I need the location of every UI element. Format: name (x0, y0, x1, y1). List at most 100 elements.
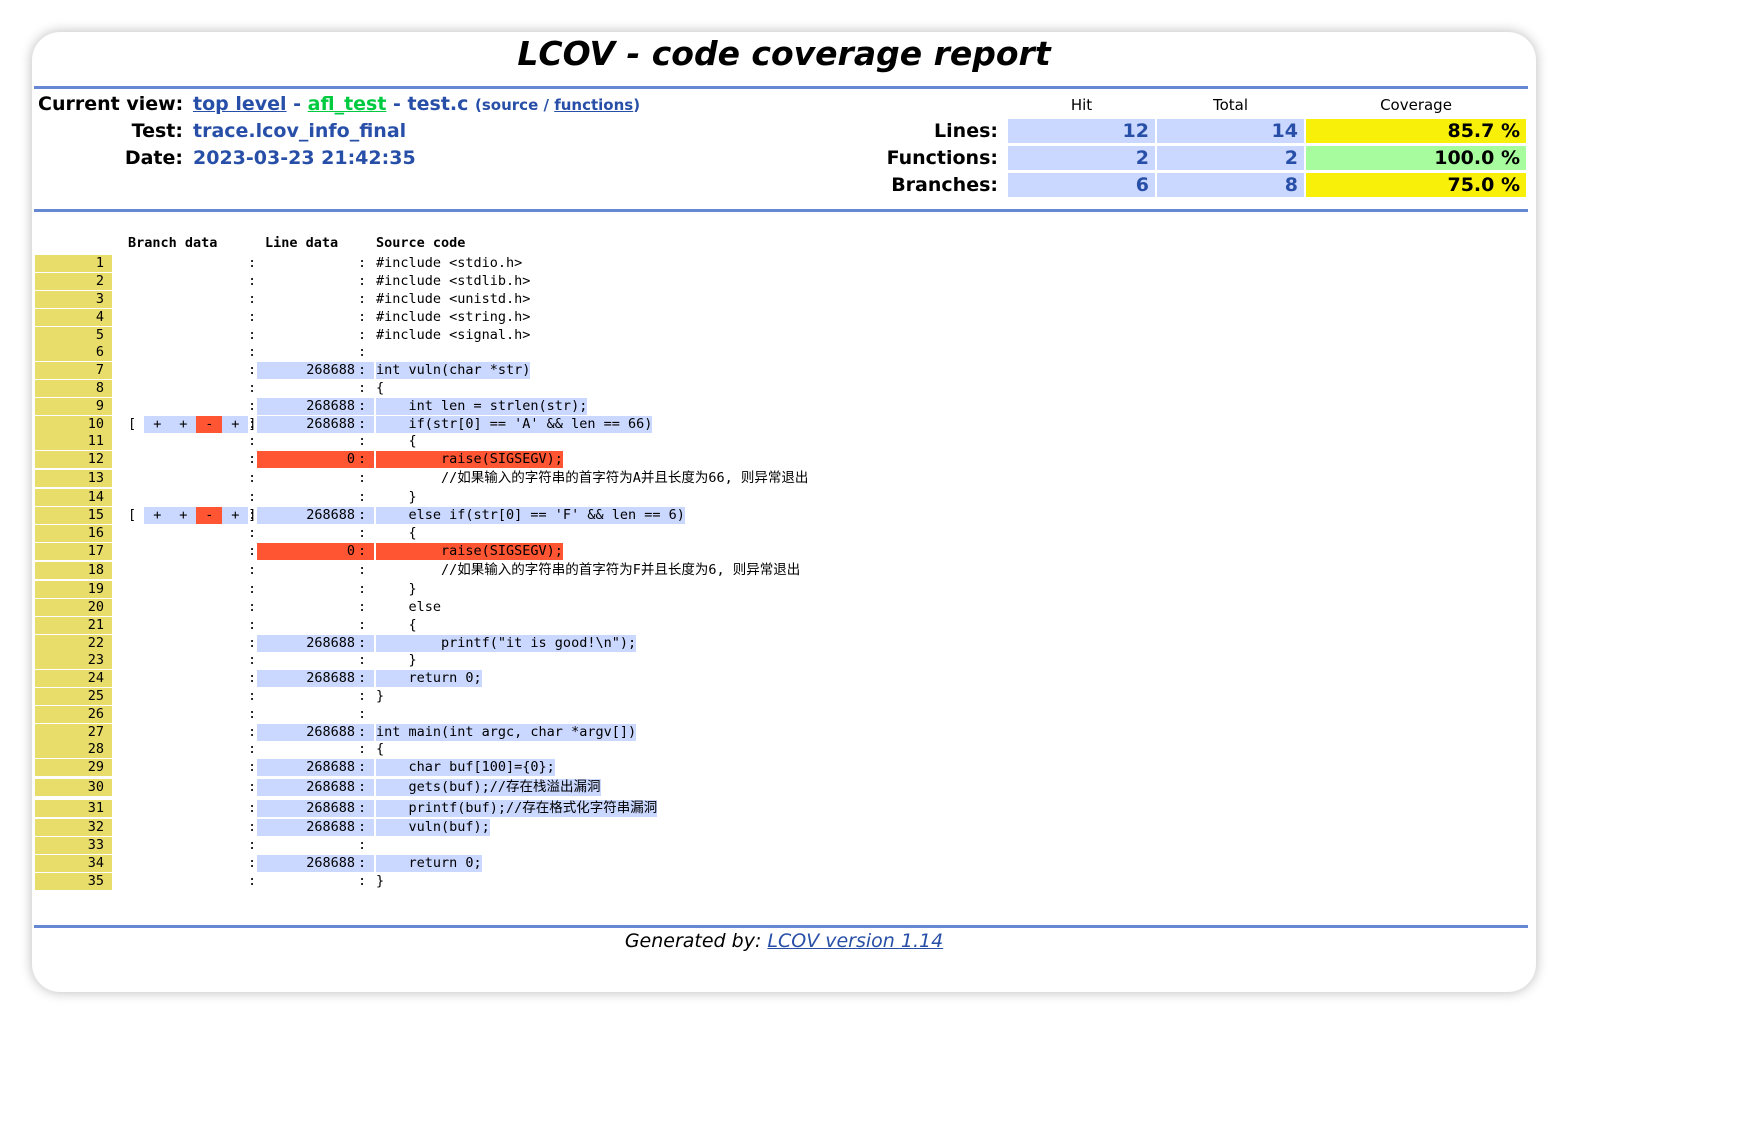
summary-total: 14 (1157, 119, 1304, 143)
source-code: #include <stdlib.h> (376, 273, 531, 289)
source-code: //如果输入的字符串的首字符为A并且长度为66, 则异常退出 (376, 470, 809, 486)
separator: : (248, 380, 257, 396)
line-hit-count: 268688 (257, 507, 367, 524)
lcov-version-link[interactable]: LCOV version 1.14 (767, 930, 943, 952)
separator: : (248, 706, 257, 722)
source-code: printf("it is good!\n"); (376, 635, 637, 652)
line-hit-count: 268688 (257, 416, 367, 433)
branch-taken: + (170, 507, 197, 524)
separator: : (358, 362, 375, 379)
separator: : (358, 398, 375, 415)
breadcrumb-file: - test.c (386, 93, 476, 115)
separator: : (358, 581, 375, 597)
source-line: 9:268688: int len = strlen(str); (32, 398, 1532, 415)
separator: : (248, 327, 257, 343)
separator: : (358, 291, 375, 307)
footer: Generated by: LCOV version 1.14 (32, 930, 1536, 952)
header-bottom-rule (34, 209, 1528, 212)
source-line: 28:: { (32, 741, 1532, 758)
source-line: 2:: #include <stdlib.h> (32, 273, 1532, 290)
line-data-header: Line data (265, 235, 339, 251)
source-code: } (376, 652, 417, 668)
source-line: 20:: else (32, 599, 1532, 616)
breadcrumb-dir-link[interactable]: afl_test (308, 93, 387, 115)
line-number: 16 (35, 525, 112, 542)
line-number: 29 (35, 759, 112, 776)
view-switch: (source / functions) (475, 96, 640, 114)
source-line: 32:268688: vuln(buf); (32, 819, 1532, 836)
separator: : (358, 617, 375, 633)
report-card: LCOV - code coverage report Current view… (32, 32, 1536, 992)
line-number: 27 (35, 724, 112, 741)
breadcrumb: top level - afl_test - test.c (source / … (193, 93, 640, 115)
breadcrumb-top-level-link[interactable]: top level (193, 93, 287, 115)
separator: : (358, 706, 375, 722)
source-line: 34:268688: return 0; (32, 855, 1532, 872)
source-code: printf(buf);//存在格式化字符串漏洞 (376, 800, 658, 817)
date-value: 2023-03-23 21:42:35 (193, 147, 416, 169)
separator: : (358, 507, 375, 524)
branch-taken: + (222, 507, 249, 524)
branch-data: [ + + - +] (128, 507, 256, 524)
summary-hit: 6 (1008, 173, 1155, 197)
line-hit-count: 268688 (257, 779, 367, 796)
line-number: 26 (35, 706, 112, 723)
paren-open: ( (475, 96, 482, 114)
branch-not-taken: - (196, 416, 223, 433)
line-number: 32 (35, 819, 112, 836)
source-code: if(str[0] == 'A' && len == 66) (376, 416, 653, 433)
source-line: 27:268688: int main(int argc, char *argv… (32, 724, 1532, 741)
separator: : (248, 309, 257, 325)
line-number: 24 (35, 670, 112, 687)
separator: : (248, 855, 257, 871)
source-code: else (376, 599, 442, 615)
source-line: 25:: } (32, 688, 1532, 705)
separator: : (358, 309, 375, 325)
line-number: 18 (35, 562, 112, 579)
separator: : (358, 635, 375, 652)
separator: : (248, 581, 257, 597)
separator: : (358, 489, 375, 505)
separator: : (358, 599, 375, 615)
line-number: 3 (35, 291, 112, 308)
separator: : (248, 724, 257, 740)
line-number: 19 (35, 581, 112, 598)
summary-coverage: 75.0 % (1306, 173, 1526, 197)
separator: : (358, 759, 375, 776)
source-code: int len = strlen(str); (376, 398, 588, 415)
separator: : (358, 525, 375, 541)
source-code: gets(buf);//存在栈溢出漏洞 (376, 779, 601, 796)
separator: : (358, 800, 375, 817)
source-code: //如果输入的字符串的首字符为F并且长度为6, 则异常退出 (376, 562, 801, 578)
line-number: 23 (35, 652, 112, 669)
separator: : (248, 652, 257, 668)
summary-label: Branches: (891, 174, 998, 196)
source-code: return 0; (376, 855, 482, 872)
line-number: 25 (35, 688, 112, 705)
separator: : (358, 451, 375, 468)
branch-taken: + (144, 416, 171, 433)
source-code: #include <unistd.h> (376, 291, 531, 307)
source-line: 31:268688: printf(buf);//存在格式化字符串漏洞 (32, 800, 1532, 817)
functions-link[interactable]: functions (554, 96, 633, 114)
separator: : (358, 562, 375, 578)
branch-taken: + (170, 416, 197, 433)
breadcrumb-separator: - (286, 93, 308, 115)
line-hit-count: 268688 (257, 819, 367, 836)
line-number: 31 (35, 800, 112, 817)
separator: : (248, 543, 257, 559)
source-code: { (376, 433, 417, 449)
separator: : (358, 470, 375, 486)
col-hit-header: Hit (1070, 96, 1093, 114)
source-code: } (376, 688, 385, 704)
source-line: 22:268688: printf("it is good!\n"); (32, 635, 1532, 652)
line-number: 21 (35, 617, 112, 634)
separator: : (248, 433, 257, 449)
summary-hit: 12 (1008, 119, 1155, 143)
line-number: 12 (35, 451, 112, 468)
source-line: 3:: #include <unistd.h> (32, 291, 1532, 308)
source-code: #include <string.h> (376, 309, 531, 325)
line-hit-count: 268688 (257, 670, 367, 687)
source-code: #include <stdio.h> (376, 255, 523, 271)
separator: : (248, 489, 257, 505)
